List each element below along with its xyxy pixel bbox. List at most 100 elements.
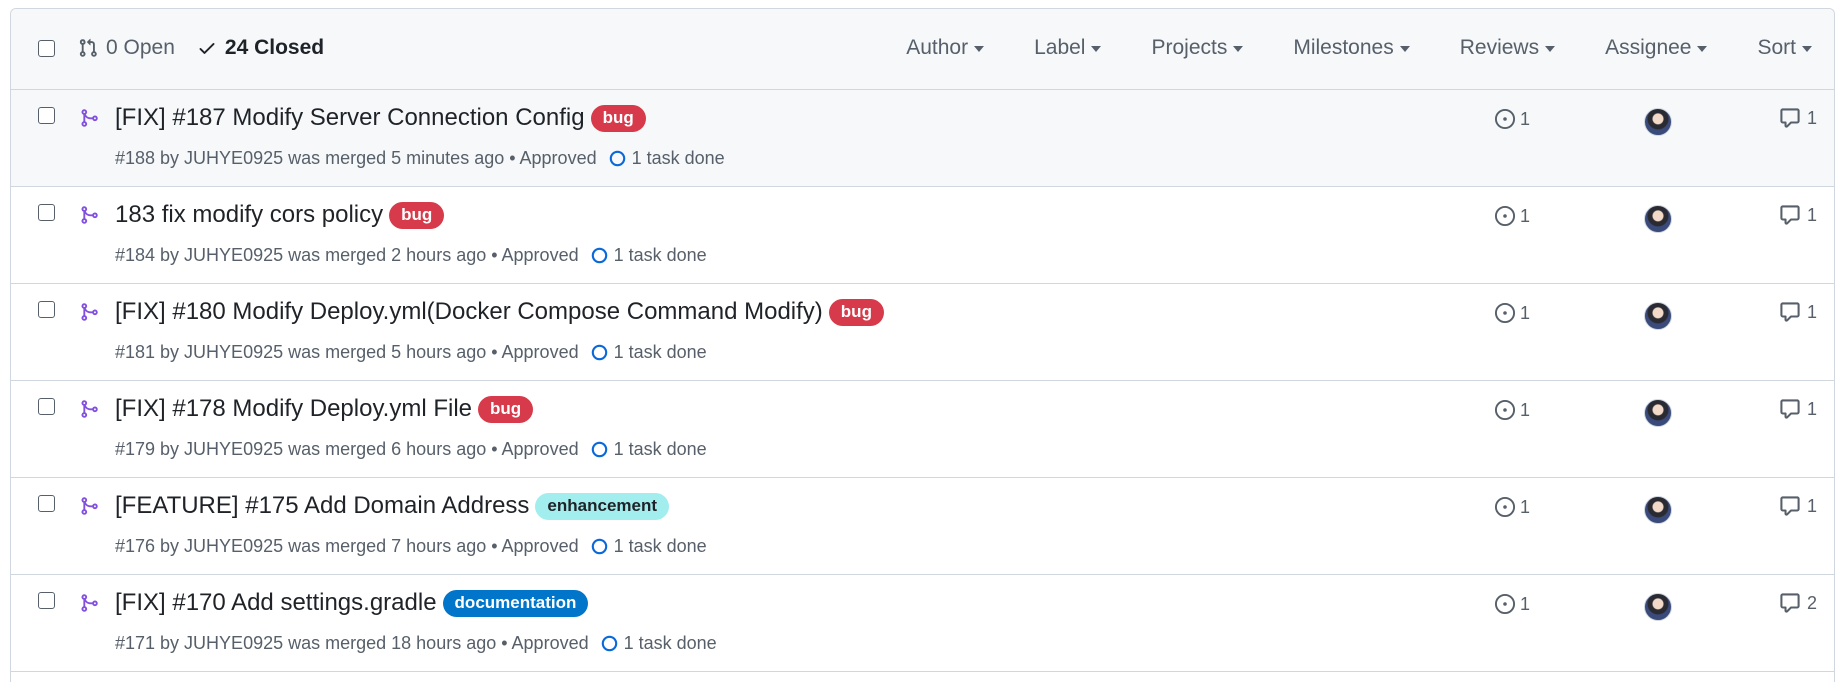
label-badge[interactable]: documentation (442, 589, 589, 617)
linked-issues[interactable]: 1 (1494, 593, 1530, 615)
projects-filter[interactable]: Projects (1151, 36, 1244, 60)
label-badge[interactable]: bug (389, 201, 445, 229)
open-filter[interactable]: 0 Open (78, 36, 175, 60)
chevron-down-icon (1802, 46, 1812, 52)
task-progress[interactable]: 1 task done (591, 342, 707, 363)
linked-issues[interactable]: 1 (1494, 496, 1530, 518)
pr-title-link[interactable]: [FIX] #180 Modify Deploy.yml(Docker Comp… (115, 298, 823, 326)
row-checkbox[interactable] (38, 495, 55, 512)
closed-filter[interactable]: 24 Closed (197, 36, 324, 60)
chevron-down-icon (1545, 46, 1556, 52)
assignee-avatar-link[interactable] (1644, 593, 1672, 621)
label-badge[interactable]: bug (478, 395, 534, 423)
issue-opened-icon (1494, 593, 1516, 615)
task-progress[interactable]: 1 task done (591, 245, 707, 266)
task-progress[interactable]: 1 task done (591, 439, 707, 460)
sort-filter[interactable]: Sort (1757, 36, 1812, 60)
label-badge[interactable]: bug (828, 298, 884, 326)
pr-title-link[interactable]: 183 fix modify cors policy (115, 201, 383, 229)
pr-title-link[interactable]: [FEATURE] #175 Add Domain Address (115, 492, 529, 520)
linked-issues-count: 1 (1520, 399, 1531, 420)
linked-issues-count: 1 (1520, 496, 1531, 517)
task-progress[interactable]: 1 task done (609, 148, 725, 169)
task-progress-label: 1 task done (613, 342, 707, 362)
comments-link[interactable]: 1 (1779, 301, 1817, 323)
avatar (1644, 593, 1672, 621)
table-row[interactable]: 183 fix modify cors policy bug #184 by J… (11, 187, 1834, 284)
comments-link[interactable]: 1 (1779, 398, 1817, 420)
milestones-filter-label: Milestones (1293, 36, 1394, 59)
linked-issues[interactable]: 1 (1494, 108, 1530, 130)
chevron-down-icon (1233, 46, 1244, 52)
linked-issues[interactable]: 1 (1494, 205, 1530, 227)
row-meta: #179 by JUHYE0925 was merged 6 hours ago… (115, 439, 707, 460)
assignee-avatar-link[interactable] (1644, 205, 1672, 233)
comment-icon (1780, 302, 1800, 322)
issue-opened-icon (1494, 302, 1516, 324)
row-meta: #176 by JUHYE0925 was merged 7 hours ago… (115, 536, 707, 557)
assignee-avatar-link[interactable] (1644, 399, 1672, 427)
table-row[interactable]: [FIX] #170 Add settings.gradle documenta… (11, 575, 1834, 672)
chevron-down-icon (1091, 46, 1102, 52)
select-all-checkbox[interactable] (38, 40, 55, 57)
linked-issues-count: 1 (1520, 593, 1531, 614)
milestones-filter[interactable]: Milestones (1293, 36, 1410, 60)
row-meta: #188 by JUHYE0925 was merged 5 minutes a… (115, 148, 725, 169)
table-row[interactable]: [FIX] #178 Modify Deploy.yml File bug #1… (11, 381, 1834, 478)
comment-icon (1780, 108, 1800, 128)
table-row[interactable]: [FIX] #180 Modify Deploy.yml(Docker Comp… (11, 284, 1834, 381)
pr-title-link[interactable]: [FIX] #187 Modify Server Connection Conf… (115, 104, 585, 132)
row-checkbox[interactable] (38, 592, 55, 609)
merged-icon (81, 497, 98, 515)
assignee-filter[interactable]: Assignee (1605, 36, 1708, 60)
avatar (1644, 399, 1672, 427)
pr-meta-text: #179 by JUHYE0925 was merged 6 hours ago… (115, 439, 579, 459)
table-row[interactable]: [FIX] #187 Modify Server Connection Conf… (11, 90, 1834, 187)
row-checkbox[interactable] (38, 204, 55, 221)
pull-request-icon (79, 38, 97, 57)
comments-link[interactable]: 1 (1779, 107, 1817, 129)
task-progress-label: 1 task done (613, 439, 707, 459)
linked-issues-count: 1 (1520, 302, 1531, 323)
pr-title-link[interactable]: [FIX] #170 Add settings.gradle (115, 589, 437, 617)
task-progress[interactable]: 1 task done (601, 633, 717, 654)
table-row[interactable]: [FEATURE] #175 Add Domain Address enhanc… (11, 478, 1834, 575)
pull-request-list: 0 Open 24 Closed Author Label Projects M… (10, 8, 1835, 682)
reviews-filter[interactable]: Reviews (1460, 36, 1556, 60)
task-progress[interactable]: 1 task done (591, 536, 707, 557)
comment-icon (1780, 496, 1800, 516)
assignee-filter-label: Assignee (1605, 36, 1692, 59)
label-filter[interactable]: Label (1034, 36, 1102, 60)
row-title-line: [FEATURE] #175 Add Domain Address enhanc… (115, 492, 670, 520)
pr-meta-text: #184 by JUHYE0925 was merged 2 hours ago… (115, 245, 579, 265)
comments-link[interactable]: 2 (1779, 592, 1817, 614)
task-progress-icon (591, 441, 607, 458)
list-header: 0 Open 24 Closed Author Label Projects M… (11, 9, 1834, 90)
row-checkbox[interactable] (38, 107, 55, 124)
assignee-avatar-link[interactable] (1644, 108, 1672, 136)
merged-icon (81, 303, 98, 321)
assignee-avatar-link[interactable] (1644, 302, 1672, 330)
label-badge[interactable]: bug (590, 104, 646, 132)
projects-filter-label: Projects (1151, 36, 1228, 59)
comments-link[interactable]: 1 (1779, 204, 1817, 226)
comments-link[interactable]: 1 (1779, 495, 1817, 517)
pr-title-link[interactable]: [FIX] #178 Modify Deploy.yml File (115, 395, 472, 423)
row-checkbox[interactable] (38, 301, 55, 318)
assignee-avatar-link[interactable] (1644, 496, 1672, 524)
avatar (1644, 496, 1672, 524)
row-checkbox[interactable] (38, 398, 55, 415)
issue-opened-icon (1494, 205, 1516, 227)
linked-issues[interactable]: 1 (1494, 302, 1530, 324)
closed-count-label: 24 Closed (224, 36, 325, 59)
open-count-label: 0 Open (106, 36, 175, 59)
chevron-down-icon (974, 46, 985, 52)
task-progress-icon (591, 538, 607, 555)
label-badge[interactable]: enhancement (535, 492, 670, 520)
label-filter-label: Label (1034, 36, 1086, 59)
author-filter[interactable]: Author (906, 36, 985, 60)
merged-icon (81, 109, 98, 127)
pr-meta-text: #171 by JUHYE0925 was merged 18 hours ag… (115, 633, 589, 653)
linked-issues[interactable]: 1 (1494, 399, 1530, 421)
merged-icon (81, 400, 98, 418)
